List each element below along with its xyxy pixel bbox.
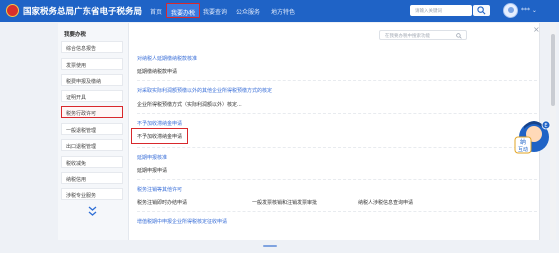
link-late-fee-waiver[interactable]: 不予加收滞纳金申请 xyxy=(137,133,182,140)
group-title-deferred-payment: 对纳税人延期缴纳税款核准 xyxy=(137,56,198,62)
search-button[interactable] xyxy=(473,5,490,16)
divider xyxy=(137,211,537,212)
top-bar: 国家税务总局广东省电子税务局 首页 我要办税 我要查询 公众服务 地方特色 请输… xyxy=(0,0,559,22)
link-info-query[interactable]: 纳税人涉税信息查询申请 xyxy=(358,199,413,206)
nav-home[interactable]: 首页 xyxy=(150,7,162,16)
search-icon xyxy=(477,6,486,15)
nav-local-features[interactable]: 地方特色 xyxy=(271,7,295,16)
sidebar-expand-icon[interactable] xyxy=(88,206,97,217)
mascot-badge: E xyxy=(544,123,547,129)
group-title-other-licenses: 税务注销等其他许可 xyxy=(137,187,183,193)
avatar[interactable] xyxy=(503,3,518,18)
assistant-mascot-icon[interactable]: 纳 互动 E xyxy=(513,117,551,157)
link-deferred-payment[interactable]: 延期缴纳税款申请 xyxy=(137,68,177,75)
group-title-vat-interim: 增值税期中申报企业所得税核定征收申请 xyxy=(137,219,228,225)
sidebar-item-export-refund[interactable]: 出口退税管理 xyxy=(61,139,123,151)
nav-query[interactable]: 我要查询 xyxy=(203,7,227,16)
sidebar-item-general-refund[interactable]: 一般退税管理 xyxy=(61,123,123,135)
sidebar-heading: 我要办税 xyxy=(64,32,87,38)
sidebar-item-certificate[interactable]: 证明开具 xyxy=(61,90,123,102)
user-menu[interactable]: *** ⌄ xyxy=(521,7,537,14)
sidebar-item-credit[interactable]: 纳税信用 xyxy=(61,172,123,184)
sidebar-item-tax-relief[interactable]: 税收减免 xyxy=(61,156,123,168)
group-title-prepayment-method: 对采取实际利润额预缴以外的其他企业所得税预缴方式的核定 xyxy=(137,88,273,94)
link-invoice-cancellation[interactable]: 一般发票核销和注销发票审批 xyxy=(252,199,317,206)
mascot-text-2: 互动 xyxy=(518,146,528,153)
group-title-deferred-filing: 延期申报核准 xyxy=(137,155,168,161)
divider xyxy=(137,113,537,114)
link-deferred-filing[interactable]: 延期申报申请 xyxy=(137,167,167,174)
function-search-input[interactable]: 在我要办税中搜索功能 xyxy=(379,30,467,40)
bottom-handle[interactable] xyxy=(263,245,277,247)
sidebar-item-info-report[interactable]: 综合信息报告 xyxy=(61,41,123,53)
function-search-placeholder: 在我要办税中搜索功能 xyxy=(385,34,430,39)
tax-emblem-icon xyxy=(6,4,19,17)
site-title: 国家税务总局广东省电子税务局 xyxy=(23,7,143,17)
close-icon[interactable]: × xyxy=(533,25,540,34)
sidebar-item-professional[interactable]: 涉税专业服务 xyxy=(61,188,123,200)
link-prepayment-method[interactable]: 企业所得税预缴方式（实际利润额以外）核定... xyxy=(137,101,242,108)
divider xyxy=(137,80,537,81)
sidebar-item-invoice[interactable]: 发票使用 xyxy=(61,58,123,70)
sidebar-item-admin-license[interactable]: 税务行政许可 xyxy=(61,106,123,118)
global-search-input[interactable]: 请输入关键词 xyxy=(410,5,472,16)
scrollbar-thumb[interactable] xyxy=(551,34,555,106)
search-icon xyxy=(456,33,462,39)
group-title-late-fee-waiver: 不予加收滞纳金申请 xyxy=(137,121,183,127)
mascot-text-1: 纳 xyxy=(520,138,526,146)
sidebar-item-declare-pay[interactable]: 税费申报及缴纳 xyxy=(61,74,123,86)
nav-public-service[interactable]: 公众服务 xyxy=(236,7,260,16)
nav-do-tax[interactable]: 我要办税 xyxy=(166,3,201,18)
divider xyxy=(137,147,537,148)
divider xyxy=(137,179,537,180)
link-deregistration[interactable]: 税务注销即时办结申请 xyxy=(137,199,187,206)
bottom-strip xyxy=(0,241,559,253)
